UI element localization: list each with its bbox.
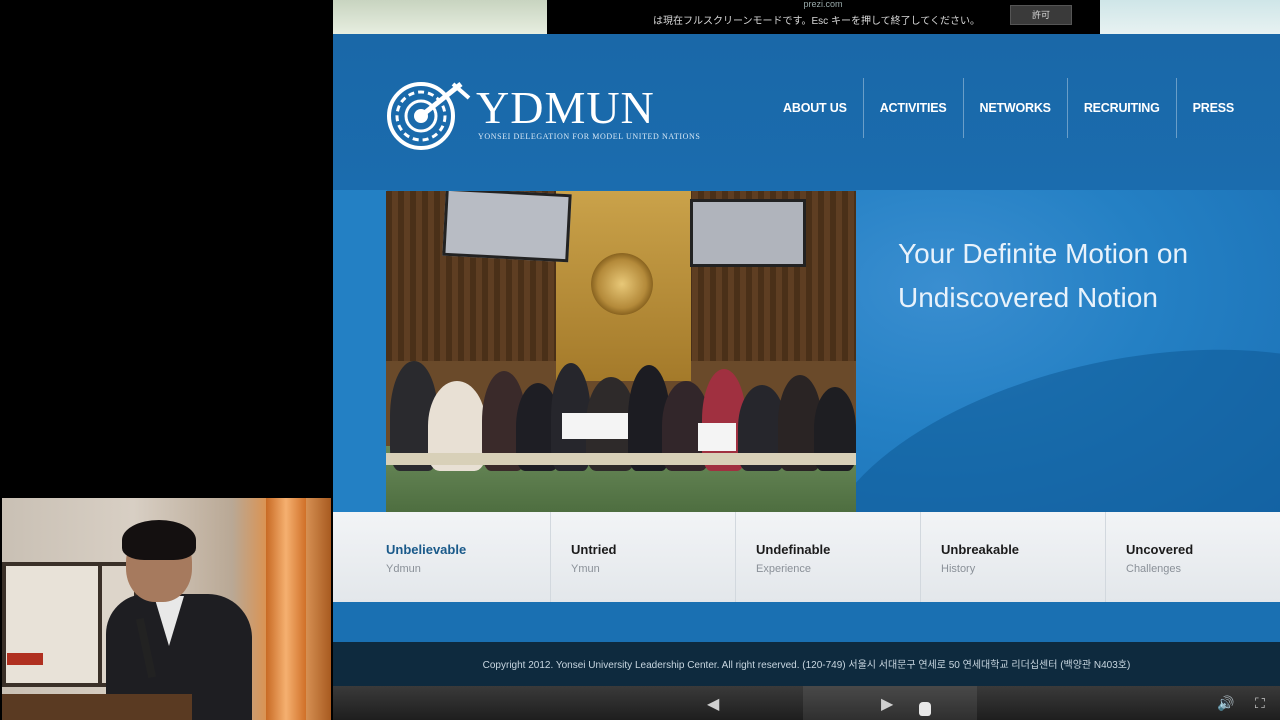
speaker-video xyxy=(2,498,331,720)
hand-cursor-icon xyxy=(919,702,931,716)
feature-title: Unbelievable xyxy=(386,542,467,557)
tagline-line-1: Your Definite Motion on xyxy=(898,238,1189,269)
feature-title: Untried xyxy=(571,542,617,557)
logo-title: YDMUN xyxy=(476,82,655,133)
feature-uncovered[interactable]: Uncovered Challenges xyxy=(1106,512,1280,602)
hero-tagline-panel: Your Definite Motion on Undiscovered Not… xyxy=(856,190,1280,512)
feature-title: Undefinable xyxy=(756,542,831,557)
tagline-line-2: Undiscovered Notion xyxy=(898,282,1158,313)
next-step-icon[interactable]: ▶ xyxy=(881,694,893,714)
video-curtain xyxy=(266,498,306,720)
feature-unbelievable[interactable]: Unbelievable Ydmun xyxy=(333,512,551,602)
website-slide: YDMUN YONSEI DELEGATION FOR MODEL UNITED… xyxy=(333,34,1280,686)
thumbnail-right xyxy=(1100,0,1280,34)
video-red-sign xyxy=(7,653,43,665)
nav-activities[interactable]: ACTIVITIES xyxy=(864,78,963,138)
fullscreen-icon[interactable]: ⛶ xyxy=(1255,695,1265,712)
photo-screen xyxy=(442,191,572,263)
photo-people xyxy=(386,341,856,471)
site-footer: Copyright 2012. Yonsei University Leader… xyxy=(333,642,1280,686)
group-photo xyxy=(386,191,856,512)
allow-button[interactable]: 許可 xyxy=(1010,5,1072,25)
hero-swoosh xyxy=(856,298,1280,512)
feature-subtitle: Challenges xyxy=(1126,563,1182,575)
previous-step-icon[interactable]: ◀ xyxy=(707,694,719,714)
un-emblem xyxy=(591,253,653,315)
feature-undefinable[interactable]: Undefinable Experience xyxy=(736,512,921,602)
feature-title: Unbreakable xyxy=(941,542,1020,557)
feature-subtitle: Ymun xyxy=(571,563,600,575)
hero-tagline: Your Definite Motion on Undiscovered Not… xyxy=(898,232,1268,320)
fullscreen-domain: prezi.com xyxy=(803,0,843,9)
video-background-window xyxy=(2,562,102,687)
nav-press[interactable]: PRESS xyxy=(1177,78,1250,138)
feature-subtitle: Ydmun xyxy=(386,563,421,575)
feature-unbreakable[interactable]: Unbreakable History xyxy=(921,512,1106,602)
name-placard xyxy=(698,423,736,451)
hero-left-strip xyxy=(333,190,387,512)
nav-networks[interactable]: NETWORKS xyxy=(964,78,1067,138)
feature-subtitle: Experience xyxy=(756,563,812,575)
fullscreen-notice-bar: prezi.com は現在フルスクリーンモードです。Esc キーを押して終了して… xyxy=(333,0,1280,34)
site-header: YDMUN YONSEI DELEGATION FOR MODEL UNITED… xyxy=(333,34,1280,190)
ydmun-logo[interactable]: YDMUN YONSEI DELEGATION FOR MODEL UNITED… xyxy=(387,80,701,150)
feature-strip: Unbelievable Ydmun Untried Ymun Undefina… xyxy=(333,512,1280,602)
thumbnail-left xyxy=(333,0,547,34)
logo-subtitle: YONSEI DELEGATION FOR MODEL UNITED NATIO… xyxy=(478,132,701,141)
photo-desk xyxy=(386,453,856,465)
podium xyxy=(2,694,192,720)
hero-section: Your Definite Motion on Undiscovered Not… xyxy=(333,190,1280,512)
main-nav: ABOUT US ACTIVITIES NETWORKS RECRUITING … xyxy=(767,78,1250,138)
presentation-area: prezi.com は現在フルスクリーンモードです。Esc キーを押して終了して… xyxy=(333,0,1280,720)
speaker-hair xyxy=(122,520,196,560)
blue-band xyxy=(333,602,1280,642)
player-controls: ◀ ▶ 🔊 ⛶ xyxy=(333,686,1280,720)
sound-icon[interactable]: 🔊 xyxy=(1217,695,1234,712)
feature-subtitle: History xyxy=(941,563,976,575)
feature-title: Uncovered xyxy=(1126,542,1194,557)
copyright-text: Copyright 2012. Yonsei University Leader… xyxy=(482,660,1131,671)
nav-about-us[interactable]: ABOUT US xyxy=(767,78,863,138)
name-placard xyxy=(562,413,628,439)
fullscreen-message: は現在フルスクリーンモードです。Esc キーを押して終了してください。 xyxy=(653,16,981,27)
globe-logo-icon xyxy=(387,82,471,150)
photo-screen xyxy=(690,199,806,267)
feature-untried[interactable]: Untried Ymun xyxy=(551,512,736,602)
nav-recruiting[interactable]: RECRUITING xyxy=(1068,78,1176,138)
